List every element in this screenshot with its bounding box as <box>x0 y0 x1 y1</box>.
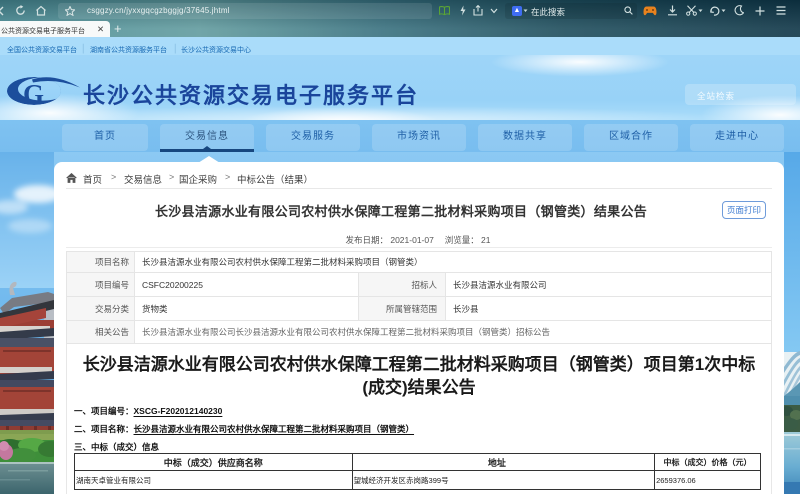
svg-text:G: G <box>23 79 44 109</box>
